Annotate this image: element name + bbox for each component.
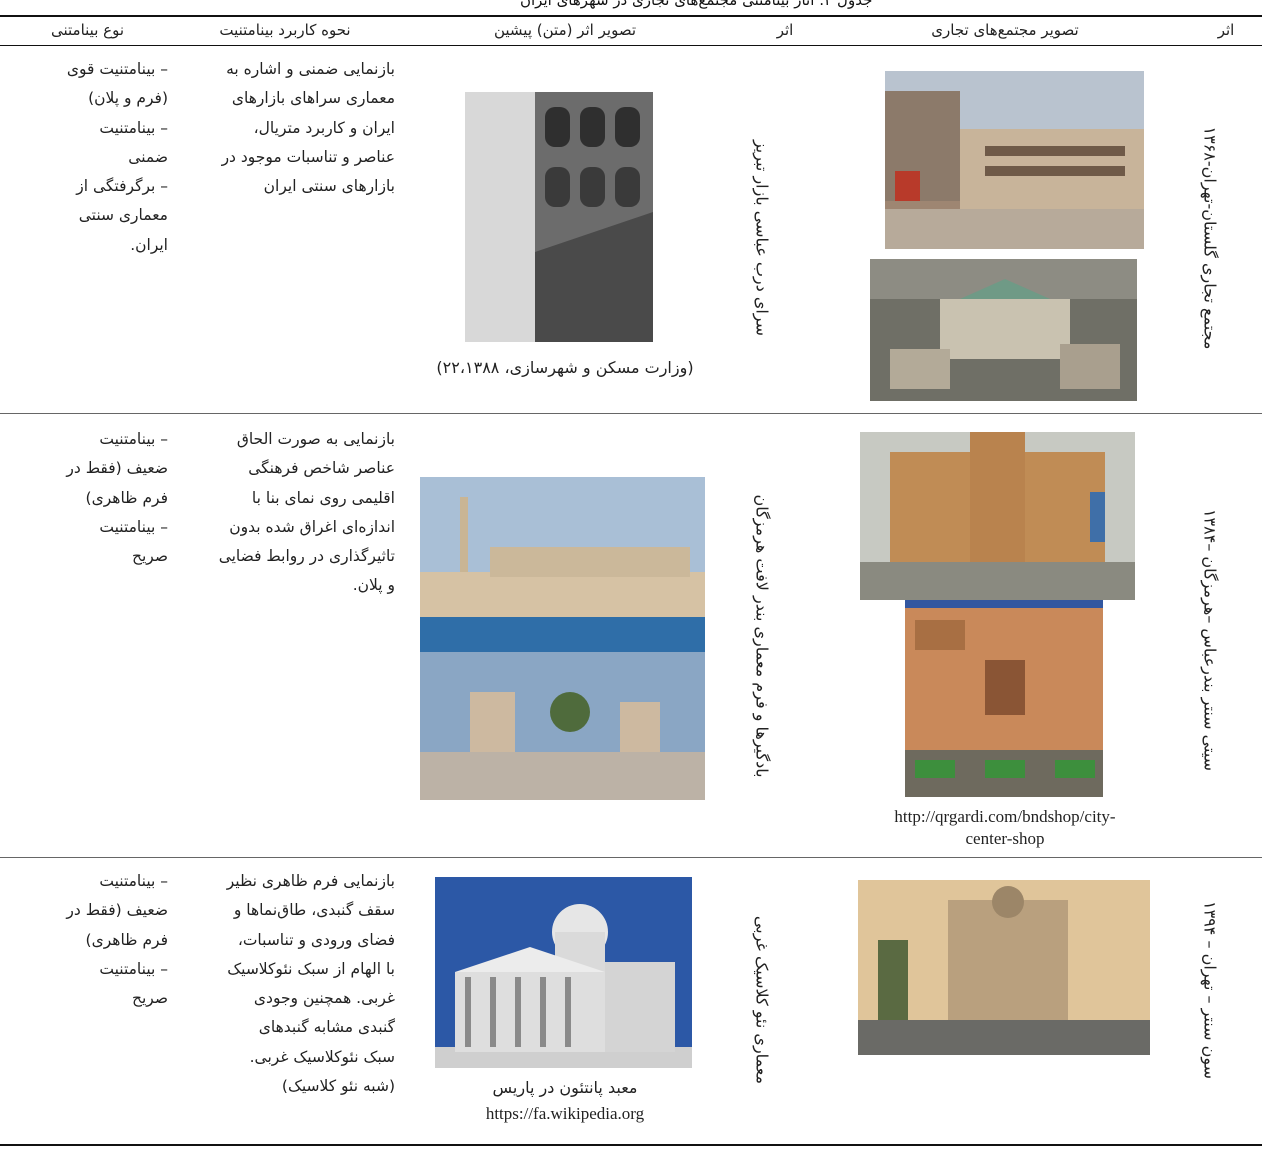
tabriz-caption: (وزارت مسکن و شهرسازی، ۲۲،۱۳۸۸) xyxy=(436,358,694,377)
laft-windtower-photo xyxy=(420,652,705,800)
row-2-usage: بازنمایی به صورت الحاق عناصر شاخص فرهنگی… xyxy=(218,430,395,595)
pantheon-caption: معبد پانتئون در پاریس https://fa.wikiped… xyxy=(485,1078,645,1123)
header-pretext-image: تصویر اثر (متن) پیشین xyxy=(493,21,637,39)
header-mall-images: تصویر مجتمع‌های تجاری xyxy=(931,21,1079,39)
table-bottom-rule xyxy=(0,1144,1262,1146)
row-divider xyxy=(0,413,1262,414)
header-work: اثر xyxy=(1217,21,1235,39)
header-pretext-work: اثر xyxy=(776,21,794,39)
sun-center-photo xyxy=(858,880,1150,1055)
header-rule xyxy=(0,45,1262,46)
row-1-usage: بازنمایی ضمنی و اشاره به معماری سراهای ب… xyxy=(221,60,395,196)
row-3-type: – بینامتنیت ضعیف (فقط در فرم ظاهری) – بی… xyxy=(66,872,168,1008)
city-center-photo xyxy=(860,432,1135,600)
row-3-usage: بازنمایی فرم ظاهری نظیر سقف گنبدی، طاق‌ن… xyxy=(226,872,395,1096)
golestan-aerial-photo xyxy=(870,259,1137,401)
city-center-facade-photo xyxy=(905,600,1103,797)
row-divider xyxy=(0,857,1262,858)
title-fragment: جدول ۴: آثار بینامتنی مجتمع‌های تجاری در… xyxy=(520,0,873,9)
laft-port-photo xyxy=(420,477,705,652)
pantheon-photo xyxy=(435,877,692,1068)
city-center-caption: http://qrgardi.com/bndshop/city- center-… xyxy=(894,807,1116,848)
row-2-type: – بینامتنیت ضعیف (فقط در فرم ظاهری) – بی… xyxy=(66,430,168,566)
header-usage: نحوه کاربرد بینامتنیت xyxy=(219,21,351,39)
row-1-type: – بینامتنیت قوی (فرم و پلان) – بینامتنیت… xyxy=(66,60,168,254)
tabriz-bazaar-photo xyxy=(465,92,653,342)
header-type: نوع بینامتنی xyxy=(50,21,125,39)
golestan-mall-photo xyxy=(885,71,1144,249)
